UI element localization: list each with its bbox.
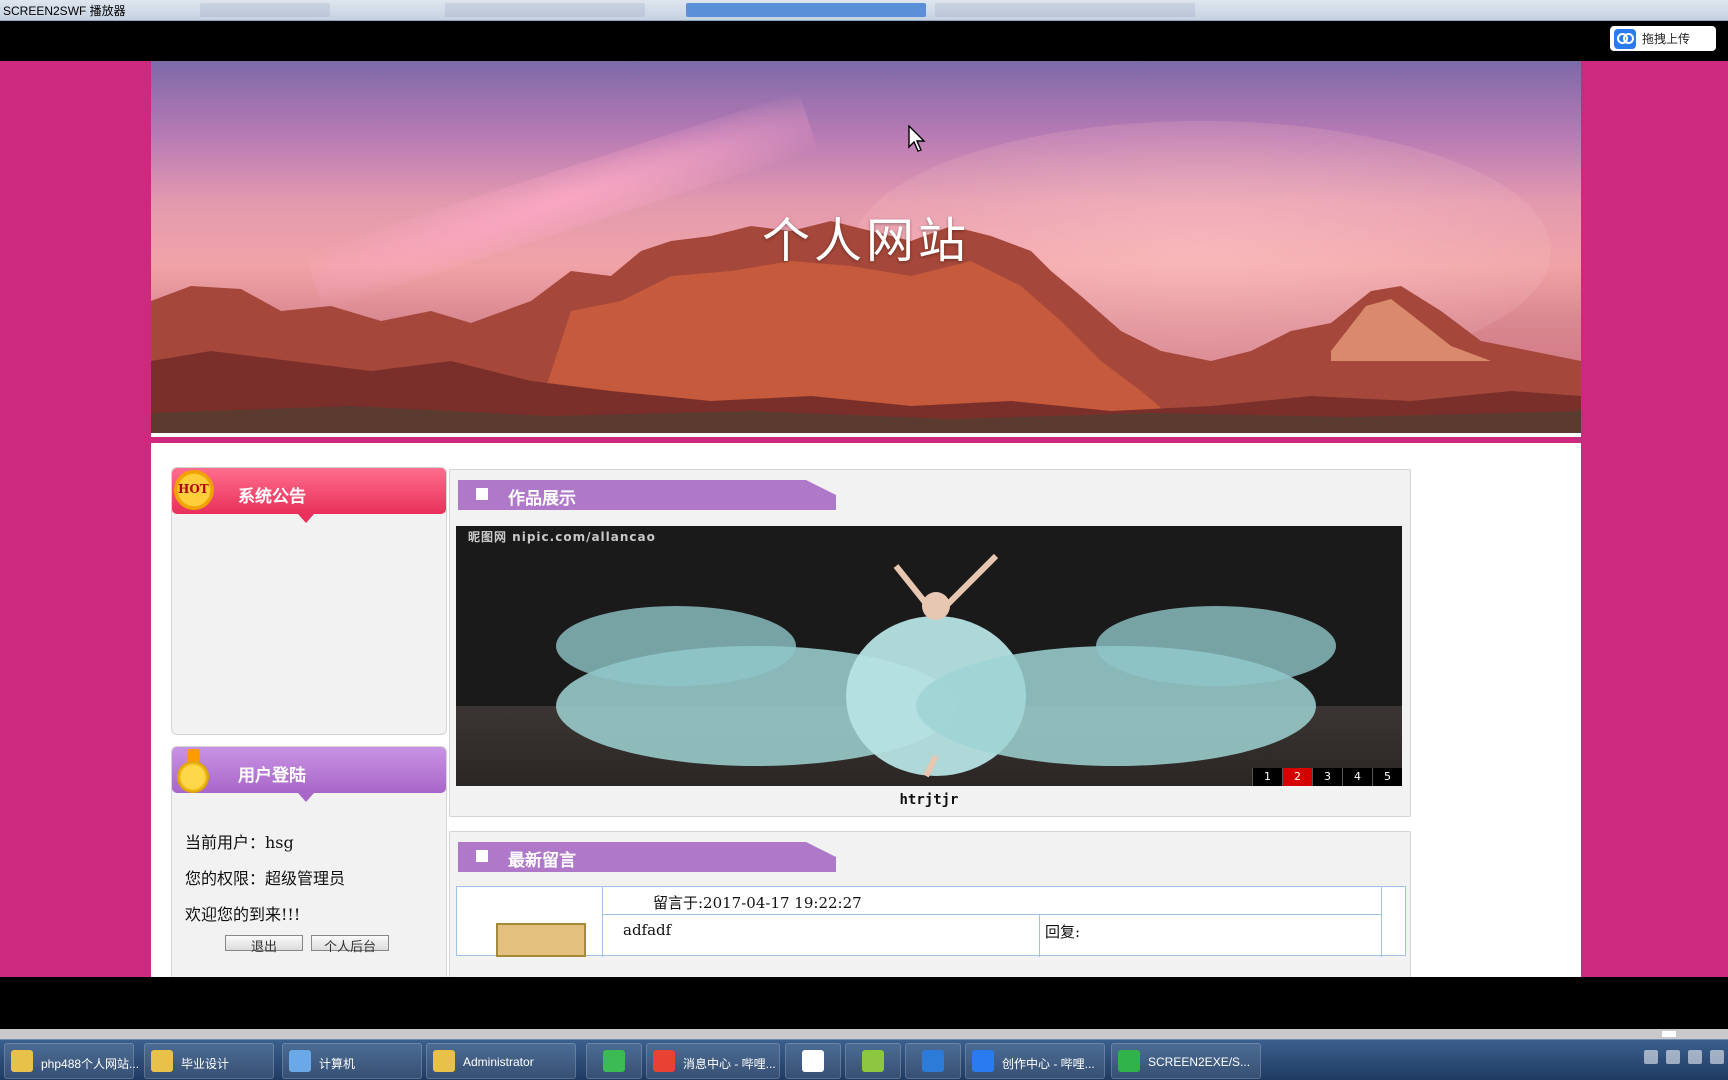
logout-button[interactable]: 退出 <box>225 935 303 955</box>
slide-page-1[interactable]: 1 <box>1252 768 1282 786</box>
progress-thumb[interactable] <box>1662 1031 1676 1037</box>
baidu-cloud-icon <box>1614 28 1636 49</box>
taskbar-item-7[interactable] <box>785 1043 841 1079</box>
windows-taskbar: php488个人网站... 毕业设计 计算机 Administrator 消息中心 - … <box>0 1039 1728 1080</box>
notice-panel: HOT 系统公告 <box>171 467 447 735</box>
taskbar-item-label: SCREEN2EXE/S... <box>1148 1055 1251 1069</box>
site-title: 个人网站 <box>761 213 970 269</box>
login-panel-title: 用户登陆 <box>238 766 306 786</box>
slide-page-4[interactable]: 4 <box>1342 768 1372 786</box>
taskbar-item-10[interactable]: 创作中心 - 哔哩... <box>965 1043 1105 1079</box>
background-tab <box>445 3 645 17</box>
banner-divider <box>151 437 1581 443</box>
background-tab-active <box>686 3 926 17</box>
taskbar-item-11[interactable]: SCREEN2EXE/S... <box>1111 1043 1261 1079</box>
taskbar-app-icon <box>862 1050 884 1072</box>
upload-button[interactable]: 拖拽上传 <box>1610 26 1716 51</box>
taskbar-app-icon <box>603 1050 625 1072</box>
message-entry: 留言于:2017-04-17 19:22:27 adfadf 回复: <box>456 886 1406 957</box>
permission-text: 您的权限：超级管理员 <box>185 869 346 888</box>
taskbar-app-icon <box>1118 1050 1140 1072</box>
medal-icon <box>174 749 212 795</box>
message-reply-label: 回复: <box>1045 923 1081 941</box>
taskbar-item-label: 创作中心 - 哔哩... <box>1002 1057 1095 1071</box>
slide-page-5[interactable]: 5 <box>1372 768 1402 786</box>
square-icon <box>476 850 488 862</box>
taskbar-item-label: 毕业设计 <box>181 1057 230 1071</box>
player-top-bar: 拖拽上传 <box>0 21 1728 61</box>
notice-panel-title: 系统公告 <box>238 487 306 507</box>
site-container: 个人网站 HOT 系统公告 用户登陆 当前用户：hsg 您的权限：超级管理员 欢… <box>151 61 1581 977</box>
taskbar-app-icon <box>151 1050 173 1072</box>
taskbar-item-label: Administrator <box>463 1055 534 1069</box>
taskbar-item-6[interactable]: 消息中心 - 哔哩... <box>646 1043 780 1079</box>
webpage-viewport: 个人网站 HOT 系统公告 用户登陆 当前用户：hsg 您的权限：超级管理员 欢… <box>0 61 1728 977</box>
login-panel-header: 用户登陆 <box>172 747 446 802</box>
taskbar-app-icon <box>972 1050 994 1072</box>
slide-pager: 12345 <box>1252 768 1402 786</box>
taskbar-item-8[interactable] <box>845 1043 901 1079</box>
login-panel: 用户登陆 当前用户：hsg 您的权限：超级管理员 欢迎您的到来!!! 退出 个人… <box>171 746 447 977</box>
square-icon <box>476 488 488 500</box>
keyboard-icon[interactable] <box>1644 1050 1658 1064</box>
taskbar-app-icon <box>11 1050 33 1072</box>
taskbar-item-4[interactable]: Administrator <box>426 1043 576 1079</box>
mouse-cursor-icon <box>908 125 926 152</box>
background-tab <box>935 3 1195 17</box>
taskbar-app-icon <box>802 1050 824 1072</box>
system-tray <box>1644 1050 1724 1064</box>
window-titlebar: SCREEN2SWF 播放器 <box>0 0 1728 21</box>
taskbar-item-1[interactable]: php488个人网站... <box>4 1043 139 1079</box>
player-progress-bar[interactable] <box>0 1029 1728 1039</box>
messages-section-title: 最新留言 <box>508 851 576 871</box>
works-section: 作品展示 昵图网 nipic.com/allancao 12345 htrjtj… <box>449 469 1411 817</box>
slide-page-3[interactable]: 3 <box>1312 768 1342 786</box>
current-user-text: 当前用户：hsg <box>185 833 294 852</box>
taskbar-item-5[interactable] <box>586 1043 642 1079</box>
works-section-title: 作品展示 <box>508 489 576 509</box>
taskbar-item-2[interactable]: 毕业设计 <box>144 1043 274 1079</box>
taskbar-item-label: php488个人网站... <box>41 1057 140 1071</box>
message-timestamp: 留言于:2017-04-17 19:22:27 <box>653 894 862 912</box>
taskbar-item-label: 消息中心 - 哔哩... <box>683 1057 776 1071</box>
welcome-text: 欢迎您的到来!!! <box>185 905 301 924</box>
background-tab <box>200 3 330 17</box>
image-watermark: 昵图网 nipic.com/allancao <box>468 530 656 544</box>
taskbar-app-icon <box>289 1050 311 1072</box>
messages-section: 最新留言 留言于:2017-04-17 19:22:27 adfadf 回复: <box>449 831 1411 977</box>
taskbar-app-icon <box>433 1050 455 1072</box>
dancers-photo <box>556 553 1336 778</box>
window-title: SCREEN2SWF 播放器 <box>3 4 126 18</box>
upload-button-label: 拖拽上传 <box>1642 32 1691 46</box>
slide-page-2[interactable]: 2 <box>1282 768 1312 786</box>
network-icon[interactable] <box>1710 1050 1724 1064</box>
notice-panel-header: HOT 系统公告 <box>172 468 446 523</box>
volume-icon[interactable] <box>1688 1050 1702 1064</box>
avatar <box>496 923 586 957</box>
qq-icon[interactable] <box>1666 1050 1680 1064</box>
site-banner: 个人网站 <box>151 61 1581 433</box>
works-slideshow[interactable]: 昵图网 nipic.com/allancao 12345 <box>456 526 1402 786</box>
message-content: adfadf <box>623 921 672 939</box>
taskbar-item-3[interactable]: 计算机 <box>282 1043 422 1079</box>
taskbar-app-icon <box>922 1050 944 1072</box>
messages-section-header: 最新留言 <box>458 842 836 872</box>
works-section-header: 作品展示 <box>458 480 836 510</box>
player-bottom-bar <box>0 977 1728 1039</box>
works-caption: htrjtjr <box>899 792 959 808</box>
taskbar-app-icon <box>653 1050 675 1072</box>
taskbar-item-9[interactable] <box>905 1043 961 1079</box>
hot-badge-icon: HOT <box>174 470 214 510</box>
taskbar-item-label: 计算机 <box>319 1057 356 1071</box>
backend-button[interactable]: 个人后台 <box>311 935 389 955</box>
